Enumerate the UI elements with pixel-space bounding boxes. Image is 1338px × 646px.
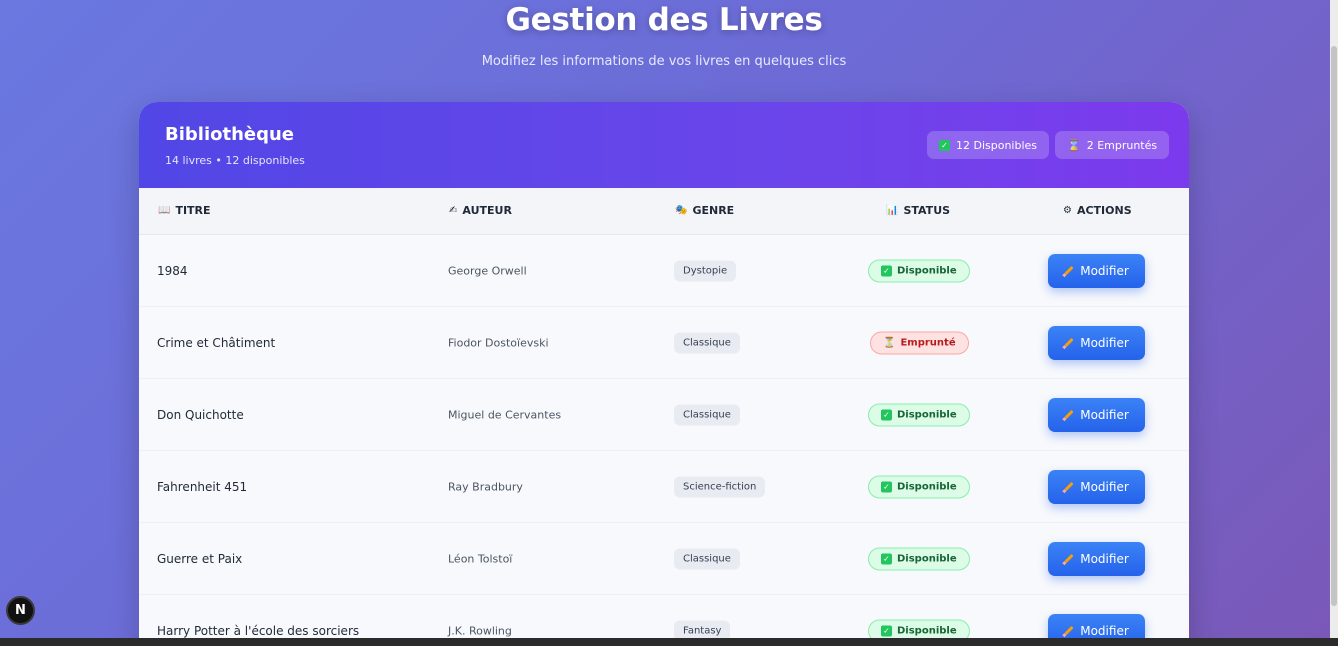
pencil-icon xyxy=(1064,481,1074,492)
genre-badge: Classique xyxy=(674,404,740,425)
check-icon: ✓ xyxy=(881,265,892,276)
bottom-bar xyxy=(0,638,1338,646)
book-icon: 📖 xyxy=(158,205,171,216)
bar-chart-icon: 📊 xyxy=(886,205,899,216)
book-author: Miguel de Cervantes xyxy=(448,408,562,421)
table-row: Guerre et Paix Léon Tolstoï Classique ✓ D… xyxy=(139,523,1189,595)
genre-badge: Classique xyxy=(674,332,740,353)
genre-badge: Dystopie xyxy=(674,260,737,281)
edit-button-label: Modifier xyxy=(1080,479,1129,494)
status-label: Emprunté xyxy=(900,337,956,348)
status-badge: ✓ Disponible xyxy=(868,259,970,282)
edit-button[interactable]: Modifier xyxy=(1048,541,1145,576)
table-row: Crime et Châtiment Fiodor Dostoïevski Cl… xyxy=(139,307,1189,379)
column-title-label: TITRE xyxy=(175,204,211,217)
pencil-icon xyxy=(1064,553,1074,564)
book-title: 1984 xyxy=(157,263,188,278)
borrowed-count-label: 2 Empruntés xyxy=(1086,138,1158,152)
column-actions-label: ACTIONS xyxy=(1076,204,1132,217)
nextjs-dev-badge[interactable]: N xyxy=(6,596,35,625)
edit-button[interactable]: Modifier xyxy=(1048,397,1145,432)
table-row: Fahrenheit 451 Ray Bradbury Science-fict… xyxy=(139,451,1189,523)
column-actions: ⚙ ACTIONS xyxy=(1063,204,1132,217)
status-label: Disponible xyxy=(897,625,957,636)
column-status-label: STATUS xyxy=(903,204,951,217)
book-title: Fahrenheit 451 xyxy=(157,479,248,494)
table-header: 📖 TITRE ✍ AUTEUR 🎭 GENRE 📊 STATUS ⚙ ACTI… xyxy=(139,188,1189,235)
pencil-icon xyxy=(1064,409,1074,420)
status-badge: ⏳ Emprunté xyxy=(870,331,969,354)
theater-masks-icon: 🎭 xyxy=(675,205,688,216)
table-body: 1984 George Orwell Dystopie ✓ Disponible … xyxy=(139,235,1189,646)
gear-icon: ⚙ xyxy=(1063,205,1072,216)
status-label: Disponible xyxy=(897,481,957,492)
edit-button[interactable]: Modifier xyxy=(1048,253,1145,288)
status-label: Disponible xyxy=(897,409,957,420)
column-author-label: AUTEUR xyxy=(462,204,512,217)
hourglass-icon: ⌛ xyxy=(1067,138,1081,152)
library-card: Bibliothèque 14 livres • 12 disponibles … xyxy=(139,102,1189,646)
page-subtitle: Modifiez les informations de vos livres … xyxy=(481,54,847,69)
edit-button[interactable]: Modifier xyxy=(1048,325,1145,360)
check-icon: ✓ xyxy=(939,139,950,151)
book-title: Don Quichotte xyxy=(157,407,244,422)
library-title: Bibliothèque xyxy=(165,124,295,145)
available-count-chip: ✓ 12 Disponibles xyxy=(927,131,1050,159)
hourglass-icon: ⏳ xyxy=(883,337,896,348)
status-label: Disponible xyxy=(897,553,957,564)
edit-button[interactable]: Modifier xyxy=(1048,469,1145,504)
status-badge: ✓ Disponible xyxy=(868,547,970,570)
check-icon: ✓ xyxy=(881,481,892,492)
book-author: Ray Bradbury xyxy=(448,480,523,493)
book-author: George Orwell xyxy=(448,264,527,277)
pencil-icon xyxy=(1064,337,1074,348)
check-icon: ✓ xyxy=(881,409,892,420)
book-title: Harry Potter à l'école des sorciers xyxy=(157,623,360,638)
writing-hand-icon: ✍ xyxy=(449,205,458,216)
library-meta: 14 livres • 12 disponibles xyxy=(165,154,305,167)
table-row: Don Quichotte Miguel de Cervantes Classi… xyxy=(139,379,1189,451)
column-genre-label: GENRE xyxy=(692,204,735,217)
table-row: 1984 George Orwell Dystopie ✓ Disponible … xyxy=(139,235,1189,307)
edit-button-label: Modifier xyxy=(1080,263,1129,278)
edit-button-label: Modifier xyxy=(1080,407,1129,422)
available-count-label: 12 Disponibles xyxy=(956,138,1038,152)
genre-badge: Science-fiction xyxy=(674,476,766,497)
pencil-icon xyxy=(1064,265,1074,276)
column-genre: 🎭 GENRE xyxy=(675,204,734,217)
status-label: Disponible xyxy=(897,265,957,276)
book-author: Fiodor Dostoïevski xyxy=(448,336,549,349)
scrollbar-thumb[interactable] xyxy=(1331,46,1337,606)
column-title: 📖 TITRE xyxy=(158,204,211,217)
column-author: ✍ AUTEUR xyxy=(449,204,512,217)
book-title: Guerre et Paix xyxy=(157,551,243,566)
edit-button-label: Modifier xyxy=(1080,623,1129,638)
book-author: Léon Tolstoï xyxy=(448,552,513,565)
edit-button-label: Modifier xyxy=(1080,551,1129,566)
check-icon: ✓ xyxy=(881,553,892,564)
column-status: 📊 STATUS xyxy=(886,204,950,217)
borrowed-count-chip: ⌛ 2 Empruntés xyxy=(1055,131,1170,159)
status-badge: ✓ Disponible xyxy=(868,475,970,498)
status-badge: ✓ Disponible xyxy=(868,403,970,426)
edit-button-label: Modifier xyxy=(1080,335,1129,350)
genre-badge: Classique xyxy=(674,548,740,569)
page-title: Gestion des Livres xyxy=(505,2,823,38)
library-header: Bibliothèque 14 livres • 12 disponibles … xyxy=(139,102,1189,188)
check-icon: ✓ xyxy=(881,625,892,636)
pencil-icon xyxy=(1064,625,1074,636)
book-author: J.K. Rowling xyxy=(448,624,512,637)
book-title: Crime et Châtiment xyxy=(157,335,276,350)
